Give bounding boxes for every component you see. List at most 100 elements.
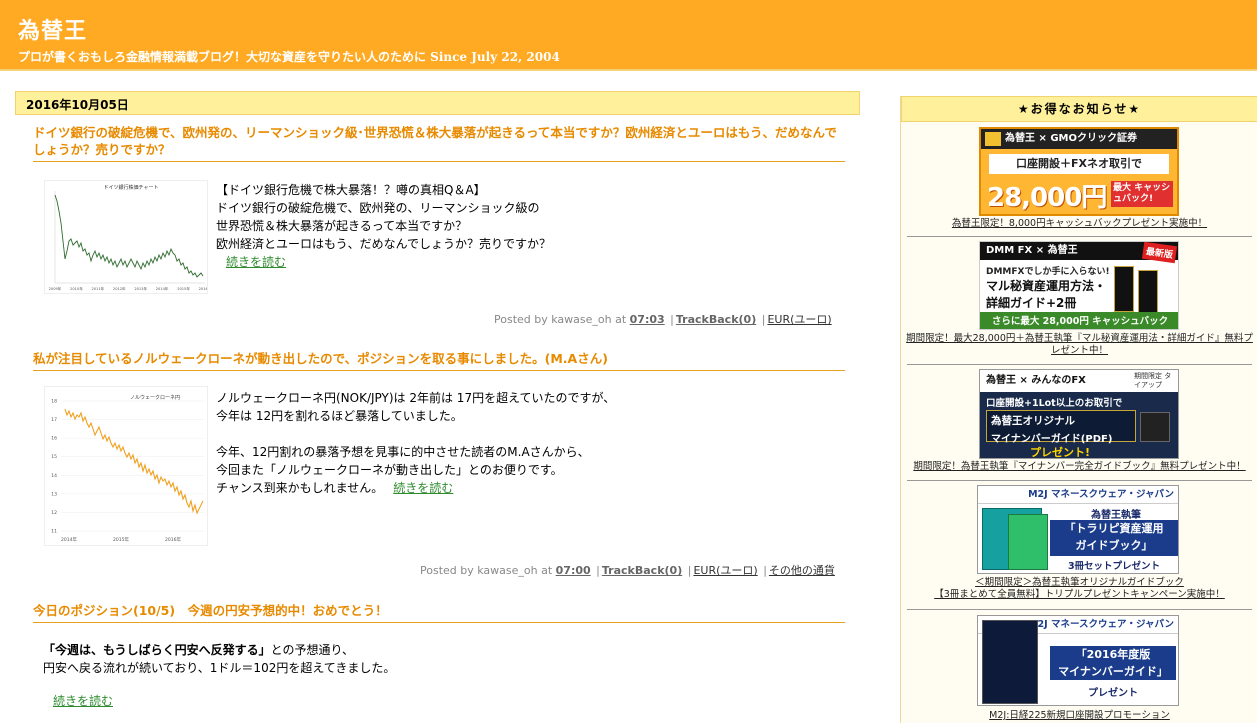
read-more-link-3[interactable]: 続きを読む xyxy=(53,694,113,708)
minna-banner-line: 口座開設+1Lot以上のお取引で xyxy=(986,398,1123,409)
post-2-meta: Posted by kawase_oh at 07:00 | TrackBack(… xyxy=(420,564,835,577)
minna-banner-line: 為替王オリジナル xyxy=(991,415,1075,427)
minna-banner-line: マイナンバーガイド(PDF) xyxy=(991,434,1113,445)
minna-banner-tag: 期間限定 タイアップ xyxy=(1134,372,1172,389)
post-2-trackback-link[interactable]: TrackBack(0) xyxy=(602,564,682,577)
blog-description: プロが書くおもしろ金融情報満載ブログ！大切な資産を守りたい人のために Since… xyxy=(18,50,560,64)
post-1-line: 世界恐慌＆株大暴落が起きるって本当ですか？ xyxy=(216,219,468,233)
post-2-category-link[interactable]: EUR(ユーロ) xyxy=(693,564,757,577)
post-1-thumbnail-chart[interactable]: ドイツ銀行株価チャート 2009年 2010年 2011年 2012年 2013年 201… xyxy=(44,180,208,294)
m2j-banner-line: マイナンバーガイド」 xyxy=(1058,665,1168,678)
minna-banner-box: 為替王オリジナル マイナンバーガイド(PDF) xyxy=(986,410,1136,445)
post-title-3[interactable]: 今日のポジション(10/5) 今週の円安予想的中！おめでとう！ xyxy=(33,602,845,623)
thumb-1-xtick: 2014年 xyxy=(156,286,169,291)
dmm-banner-cashback: さらに最大 28,000円 キャッシュバック xyxy=(980,312,1178,329)
minna-banner-present: プレゼント! xyxy=(1030,446,1091,459)
thumb-2-ytick: 14 xyxy=(51,473,57,479)
blog-header: 為替王 プロが書くおもしろ金融情報満載ブログ！大切な資産を守りたい人のために S… xyxy=(0,0,1257,69)
minna-banner-caption[interactable]: 期間限定！為替王執筆『マイナンバー完全ガイドブック』無料プレゼント中！ xyxy=(901,461,1257,473)
m2j-caption-line: 【3冊まとめて全員無料】トリプルプレゼントキャンペーン実施中！ xyxy=(934,589,1225,600)
m2j-banner-line: 3冊セットプレゼント xyxy=(1067,561,1161,572)
post-2-line: 今回また「ノルウェークローネが動き出した」とのお便りです。 xyxy=(216,463,563,477)
m2j-banner-brand: M2J マネースクウェア・ジャパン xyxy=(978,486,1178,504)
guidebook-image xyxy=(1008,514,1048,570)
guidebook-image xyxy=(1114,266,1134,312)
date-header-text: 2016年10月05日 xyxy=(26,98,129,112)
post-3-line: 円安へ戻る流れが続いており、1ドル＝102円を超えてきました。 xyxy=(43,661,396,675)
m2j-trarip-caption[interactable]: ＜期間限定＞為替王執筆オリジナルガイドブック 【3冊まとめて全員無料】トリプルプ… xyxy=(901,577,1257,601)
thumb-2-ytick: 13 xyxy=(51,491,57,497)
post-2-thumbnail-chart[interactable]: ノルウェークローネ円 18 17 16 15 14 13 12 11 2014年 2015年 20… xyxy=(44,386,208,546)
post-1-time-link[interactable]: 07:03 xyxy=(630,313,665,326)
m2j-banner-line: ガイドブック」 xyxy=(1075,539,1153,552)
thumb-2-ytick: 12 xyxy=(51,510,57,516)
post-2-line: 今年、12円割れの暴落予想を見事に的中させた読者のM.Aさんから、 xyxy=(216,445,590,459)
m2j-mynumber-banner[interactable]: M2J マネースクウェア・ジャパン 「2016年度版 マイナンバーガイド」 プレ… xyxy=(977,615,1179,706)
thumb-2-ytick: 18 xyxy=(51,399,57,405)
thumb-2-ytick: 16 xyxy=(51,436,57,442)
dmm-banner-badge: 最新版 xyxy=(1141,242,1178,264)
thumb-1-line xyxy=(54,194,204,278)
thumb-1-xtick: 2013年 xyxy=(134,286,147,291)
gmo-click-banner[interactable]: 為替王 × GMOクリック証券 口座開設＋FXネオ取引で 28,000円 最大 … xyxy=(979,127,1179,216)
gmo-banner-brand: 為替王 × GMOクリック証券 xyxy=(981,129,1177,149)
guidebook-image xyxy=(982,620,1038,704)
post-title-1[interactable]: ドイツ銀行の破綻危機で、欧州発の、リーマンショック級･世界恐慌＆株大暴落が起きる… xyxy=(33,124,845,162)
sidebar-divider xyxy=(907,609,1252,610)
post-2-line: 今年は 12円を割れるほど暴落していました。 xyxy=(216,409,463,423)
gmo-banner-caption[interactable]: 為替王限定！8,000円キャッシュバックプレゼント実施中！ xyxy=(901,218,1257,230)
read-more-link-1[interactable]: 続きを読む xyxy=(226,255,286,269)
post-2-category-link-2[interactable]: その他の通貨 xyxy=(769,564,835,577)
post-1-line: 【ドイツ銀行危機で株大暴落！？噂の真相Q＆A】 xyxy=(216,183,486,197)
minna-fx-banner[interactable]: 為替王 × みんなのFX 期間限定 タイアップ 口座開設+1Lot以上のお取引で… xyxy=(979,369,1179,459)
gmo-banner-cashback: 最大 キャッシュバック! xyxy=(1111,181,1173,207)
post-1-line: 欧州経済とユーロはもう、だめなんでしょうか？売りですか？ xyxy=(216,237,552,251)
dmm-banner-caption[interactable]: 期間限定！最大28,000円＋為替王執筆『マル秘資産運用法・詳細ガイド』無料プ … xyxy=(901,333,1257,357)
posted-by-text: Posted by kawase_oh at xyxy=(494,313,627,326)
m2j-banner-line: 為替王執筆 xyxy=(1091,510,1141,521)
post-3-quote: 「今週は、もうしばらく円安へ反発する」 xyxy=(43,643,271,657)
crown-icon xyxy=(985,132,1001,146)
posted-by-text: Posted by kawase_oh at xyxy=(420,564,553,577)
date-header: 2016年10月05日 xyxy=(15,91,860,115)
gmo-banner-body: 口座開設＋FXネオ取引で xyxy=(989,154,1169,174)
thumb-2-ytick: 15 xyxy=(51,454,57,460)
thumb-1-xtick: 2009年 xyxy=(49,286,62,291)
dmm-banner-line: マル秘資産運用方法・ xyxy=(986,279,1107,293)
thumb-1-xtick: 2011年 xyxy=(91,286,104,291)
post-2-line xyxy=(216,425,615,443)
sidebar-divider xyxy=(907,480,1252,481)
dmm-caption-line: レゼント中！ xyxy=(1050,345,1108,356)
sidebar-heading: ★お得なお知らせ★ xyxy=(901,96,1257,122)
sidebar-divider xyxy=(907,236,1252,237)
post-title-2[interactable]: 私が注目しているノルウェークローネが動き出したので、ポジションを取る事にしました… xyxy=(33,350,845,371)
thumb-2-xtick: 2014年 xyxy=(61,536,77,543)
thumb-2-ytick: 17 xyxy=(51,417,57,423)
dmm-banner-line: 詳細ガイド+2冊 xyxy=(986,296,1077,310)
m2j-trarip-banner[interactable]: M2J マネースクウェア・ジャパン 為替王執筆 「トラリピ資産運用 ガイドブック… xyxy=(977,485,1179,574)
post-3-excerpt: 「今週は、もうしばらく円安へ反発する」との予想通り、 円安へ戻る流れが続いており… xyxy=(43,641,395,677)
sidebar: ★お得なお知らせ★ 為替王 × GMOクリック証券 口座開設＋FXネオ取引で 2… xyxy=(900,96,1257,723)
m2j-mynumber-caption[interactable]: M2J:日経225新規口座開設プロモーション xyxy=(901,710,1257,722)
thumb-1-xtick: 2015年 xyxy=(177,286,190,291)
post-1-category-link[interactable]: EUR(ユーロ) xyxy=(767,313,831,326)
thumb-2-line xyxy=(64,408,204,515)
m2j-banner-line: 「2016年度版 xyxy=(1075,648,1151,661)
thumb-2-title: ノルウェークローネ円 xyxy=(130,394,180,401)
dmm-fx-banner[interactable]: DMM FX × 為替王 最新版 DMMFXでしか手に入らない! マル秘資産運用… xyxy=(979,241,1179,330)
thumb-1-xtick: 2012年 xyxy=(113,286,126,291)
post-2-excerpt: ノルウェークローネ円(NOK/JPY)は 2年前は 17円を超えていたのですが、… xyxy=(216,389,615,497)
thumb-2-xtick: 2015年 xyxy=(113,536,129,543)
blog-title[interactable]: 為替王 xyxy=(18,13,87,45)
post-3-more-row: 続きを読む xyxy=(43,692,113,710)
post-3-line: との予想通り、 xyxy=(270,643,355,657)
post-2-line: ノルウェークローネ円(NOK/JPY)は 2年前は 17円を超えていたのですが、 xyxy=(216,391,616,405)
post-2-time-link[interactable]: 07:00 xyxy=(556,564,591,577)
thumb-1-xtick: 2016年 xyxy=(199,286,208,291)
m2j-banner-line: プレゼント xyxy=(1088,688,1138,699)
post-1-excerpt: 【ドイツ銀行危機で株大暴落！？噂の真相Q＆A】 ドイツ銀行の破綻危機で、欧州発の… xyxy=(216,181,551,271)
dmm-caption-line: 期間限定！最大28,000円＋為替王執筆『マル秘資産運用法・詳細ガイド』無料プ xyxy=(906,333,1253,344)
thumb-2-xtick: 2016年 xyxy=(165,536,181,543)
post-1-trackback-link[interactable]: TrackBack(0) xyxy=(676,313,756,326)
read-more-link-2[interactable]: 続きを読む xyxy=(393,481,453,495)
